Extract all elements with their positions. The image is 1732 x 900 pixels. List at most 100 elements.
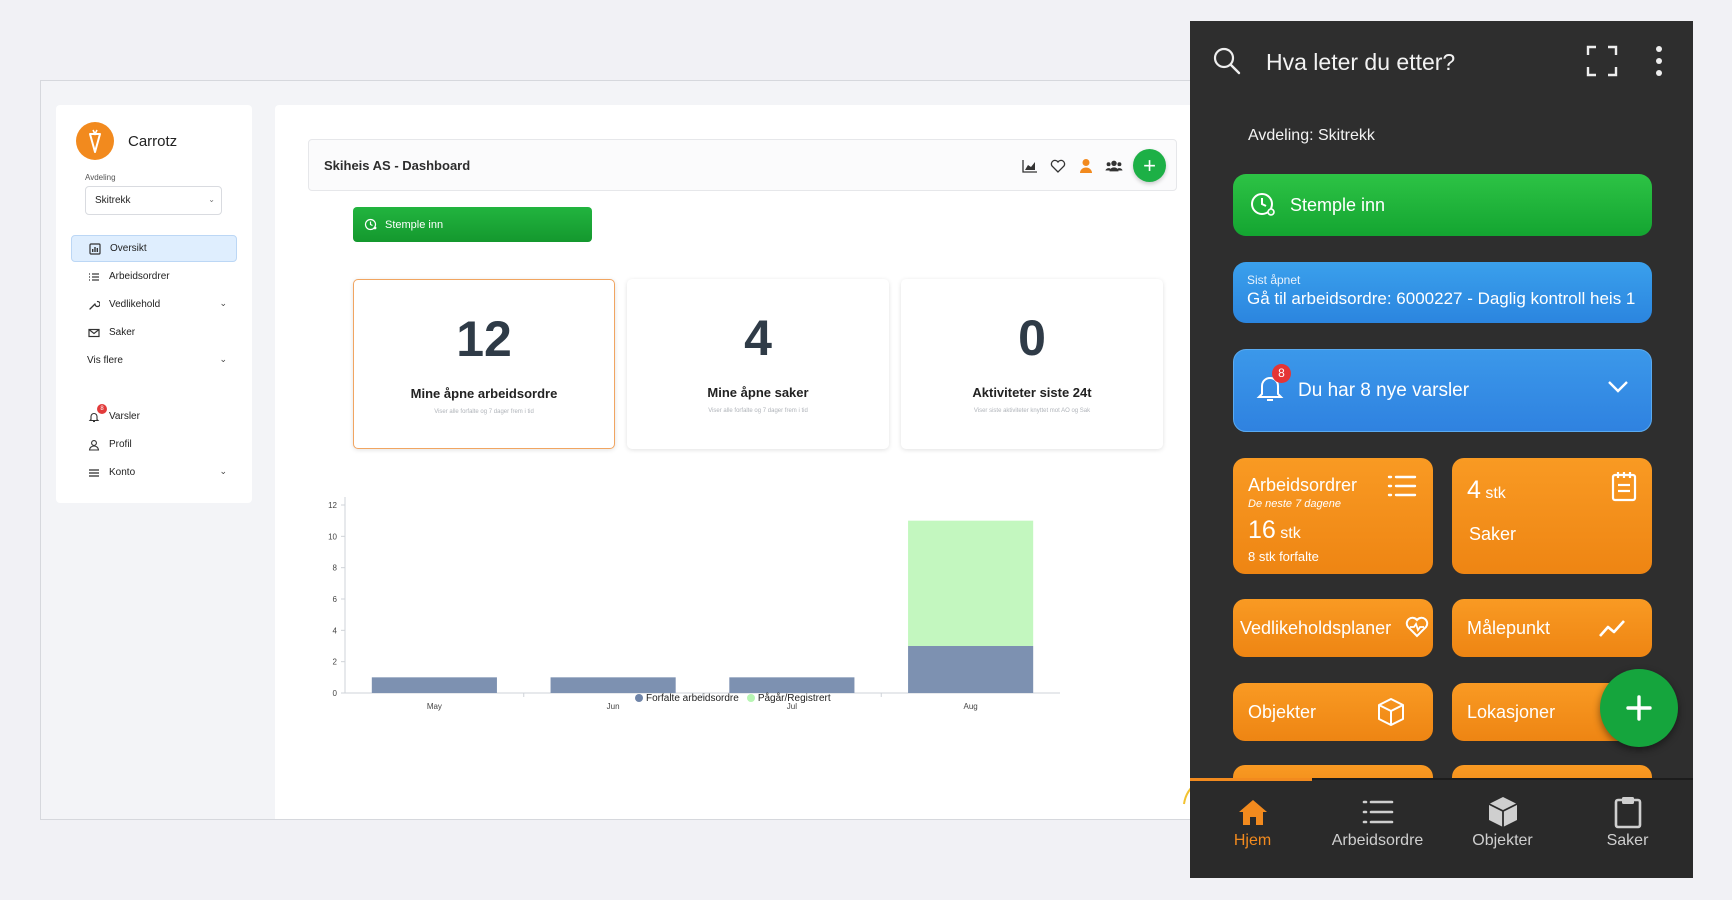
user-icon[interactable]: [1077, 157, 1095, 175]
chevron-down-icon: ⌄: [219, 466, 227, 476]
tab-arbeidsordre[interactable]: Arbeidsordre: [1315, 792, 1440, 850]
maintenance-plans-tile[interactable]: Vedlikeholdsplaner: [1233, 599, 1433, 657]
stamp-in-label: Stemple inn: [385, 218, 444, 231]
users-icon[interactable]: [1105, 157, 1123, 175]
trend-line-icon: [1598, 617, 1626, 644]
dept-select[interactable]: Skitrekk ⌄: [85, 186, 222, 215]
stamp-in-button[interactable]: Stemple inn: [353, 207, 592, 242]
wrench-icon: [87, 298, 101, 312]
add-button[interactable]: +: [1133, 149, 1166, 182]
user-icon: [87, 438, 101, 452]
stat-label: Aktiviteter siste 24t: [972, 385, 1092, 400]
active-tab-indicator: [1190, 778, 1312, 781]
list-icon: [1387, 474, 1417, 503]
workorder-bar-chart: 024681012May Jun Jul Aug: [328, 497, 1060, 711]
notepad-icon: [1610, 470, 1638, 507]
bottom-tab-bar: Hjem Arbeidsordre Objekter Saker: [1190, 778, 1693, 878]
tile-count: 16 stk: [1248, 516, 1301, 544]
stat-value: 12: [456, 311, 512, 367]
notifications-text: Du har 8 nye varsler: [1298, 379, 1470, 401]
sidebar-item-label: Arbeidsordrer: [109, 271, 170, 282]
clock-user-icon: [364, 218, 377, 230]
stat-subtext: Viser alle forfalte og 7 dager frem i ti…: [708, 408, 808, 414]
stat-card-cases[interactable]: 4 Mine åpne saker Viser alle forfalte og…: [627, 279, 889, 449]
dashboard-header: Skiheis AS - Dashboard +: [308, 139, 1177, 191]
sidebar-item-label: Saker: [109, 327, 136, 338]
sidebar-nav: Oversikt Arbeidsordrer Vedlikehold ⌄ Sak…: [71, 235, 237, 487]
workorders-tile[interactable]: Arbeidsordrer De neste 7 dagene 16 stk 8…: [1233, 458, 1433, 574]
menu-icon: [87, 466, 101, 480]
bar-forfalte-arbeidsordre-aug: [908, 646, 1034, 693]
y-tick-label: 2: [333, 658, 338, 667]
scan-icon[interactable]: [1586, 45, 1618, 82]
x-tick-label: Jun: [607, 702, 620, 711]
add-fab-button[interactable]: [1600, 669, 1678, 747]
sidebar-item-saker[interactable]: Saker: [71, 319, 237, 346]
tile-subtitle: De neste 7 dagene: [1248, 498, 1341, 510]
desktop-window: Carrotz Avdeling Skitrekk ⌄ Oversikt Arb…: [40, 80, 1210, 820]
brand-name: Carrotz: [128, 132, 178, 150]
brand[interactable]: Carrotz: [76, 122, 177, 160]
sidebar-item-label: Profil: [109, 439, 132, 450]
tab-label: Objekter: [1472, 832, 1533, 849]
chart-legend: Forfalte arbeidsordre Pågår/Registrert: [635, 693, 831, 704]
sidebar-item-oversikt[interactable]: Oversikt: [71, 235, 237, 262]
legend-item[interactable]: Forfalte arbeidsordre: [635, 693, 739, 704]
x-tick-label: May: [427, 702, 442, 711]
legend-item[interactable]: Pågår/Registrert: [746, 693, 831, 704]
search-icon[interactable]: [1212, 46, 1242, 81]
tile-title: Arbeidsordrer: [1248, 475, 1358, 495]
bar-p-g-r-registrert-aug: [908, 520, 1034, 646]
sidebar-item-label: Vis flere: [87, 355, 123, 366]
sidebar: Carrotz Avdeling Skitrekk ⌄ Oversikt Arb…: [56, 105, 252, 503]
chevron-down-icon[interactable]: [1607, 378, 1629, 400]
last-opened-value: Gå til arbeidsordre: 6000227 - Daglig ko…: [1247, 289, 1636, 308]
more-vertical-icon[interactable]: [1654, 45, 1664, 82]
tab-objekter[interactable]: Objekter: [1440, 792, 1565, 850]
y-tick-label: 6: [333, 595, 338, 604]
list-icon: [1315, 792, 1440, 832]
sidebar-item-profil[interactable]: Profil: [71, 431, 237, 458]
tile-title: Saker: [1469, 524, 1517, 544]
sidebar-item-varsler[interactable]: 8 Varsler: [71, 403, 237, 430]
legend-label: Pågår/Registrert: [757, 693, 831, 704]
carrot-logo-icon: [76, 122, 114, 160]
stat-card-workorders[interactable]: 12 Mine åpne arbeidsordre Viser alle for…: [353, 279, 615, 449]
cube-icon: [1377, 697, 1405, 732]
y-tick-label: 4: [333, 626, 338, 635]
stamp-in-button[interactable]: Stemple inn: [1233, 174, 1652, 236]
notification-badge: 8: [97, 404, 107, 414]
tab-saker[interactable]: Saker: [1565, 792, 1690, 850]
sidebar-item-konto[interactable]: Konto ⌄: [71, 459, 237, 486]
stat-value: 0: [1018, 310, 1046, 366]
list-icon: [87, 270, 101, 284]
bar-forfalte-arbeidsordre-jul: [729, 677, 855, 693]
department-label: Avdeling: Skitrekk: [1248, 127, 1375, 144]
stat-subtext: Viser alle forfalte og 7 dager frem i ti…: [434, 409, 534, 415]
sidebar-item-vedlikehold[interactable]: Vedlikehold ⌄: [71, 291, 237, 318]
chevron-down-icon: ⌄: [208, 195, 215, 204]
search-input[interactable]: Hva leter du etter?: [1266, 49, 1455, 76]
sidebar-item-vis-flere[interactable]: Vis flere ⌄: [71, 347, 237, 374]
measurement-points-tile[interactable]: Målepunkt: [1452, 599, 1652, 657]
objects-tile[interactable]: Objekter: [1233, 683, 1433, 741]
tab-hjem[interactable]: Hjem: [1190, 792, 1315, 850]
tab-label: Saker: [1606, 832, 1649, 849]
cases-tile[interactable]: 4 stk Saker: [1452, 458, 1652, 574]
notifications-button[interactable]: 8 Du har 8 nye varsler: [1233, 349, 1652, 432]
y-tick-label: 0: [333, 689, 338, 698]
chart-icon[interactable]: [1021, 157, 1039, 175]
mobile-app: Hva leter du etter? Avdeling: Skitrekk S…: [1190, 21, 1693, 878]
mail-icon: [87, 326, 101, 340]
last-opened-button[interactable]: Sist åpnet Gå til arbeidsordre: 6000227 …: [1233, 262, 1652, 323]
bell-icon: 8: [1256, 363, 1291, 409]
dashboard-icon: [88, 242, 102, 256]
search-bar[interactable]: Hva leter du etter?: [1190, 21, 1693, 93]
tile-overdue: 8 stk forfalte: [1248, 549, 1319, 564]
bar-forfalte-arbeidsordre-may: [371, 677, 497, 693]
sidebar-item-arbeidsordrer[interactable]: Arbeidsordrer: [71, 263, 237, 290]
heart-pulse-icon: [1405, 616, 1429, 643]
header-actions: +: [1021, 149, 1166, 182]
heart-icon[interactable]: [1049, 157, 1067, 175]
stat-card-activities[interactable]: 0 Aktiviteter siste 24t Viser siste akti…: [901, 279, 1163, 449]
